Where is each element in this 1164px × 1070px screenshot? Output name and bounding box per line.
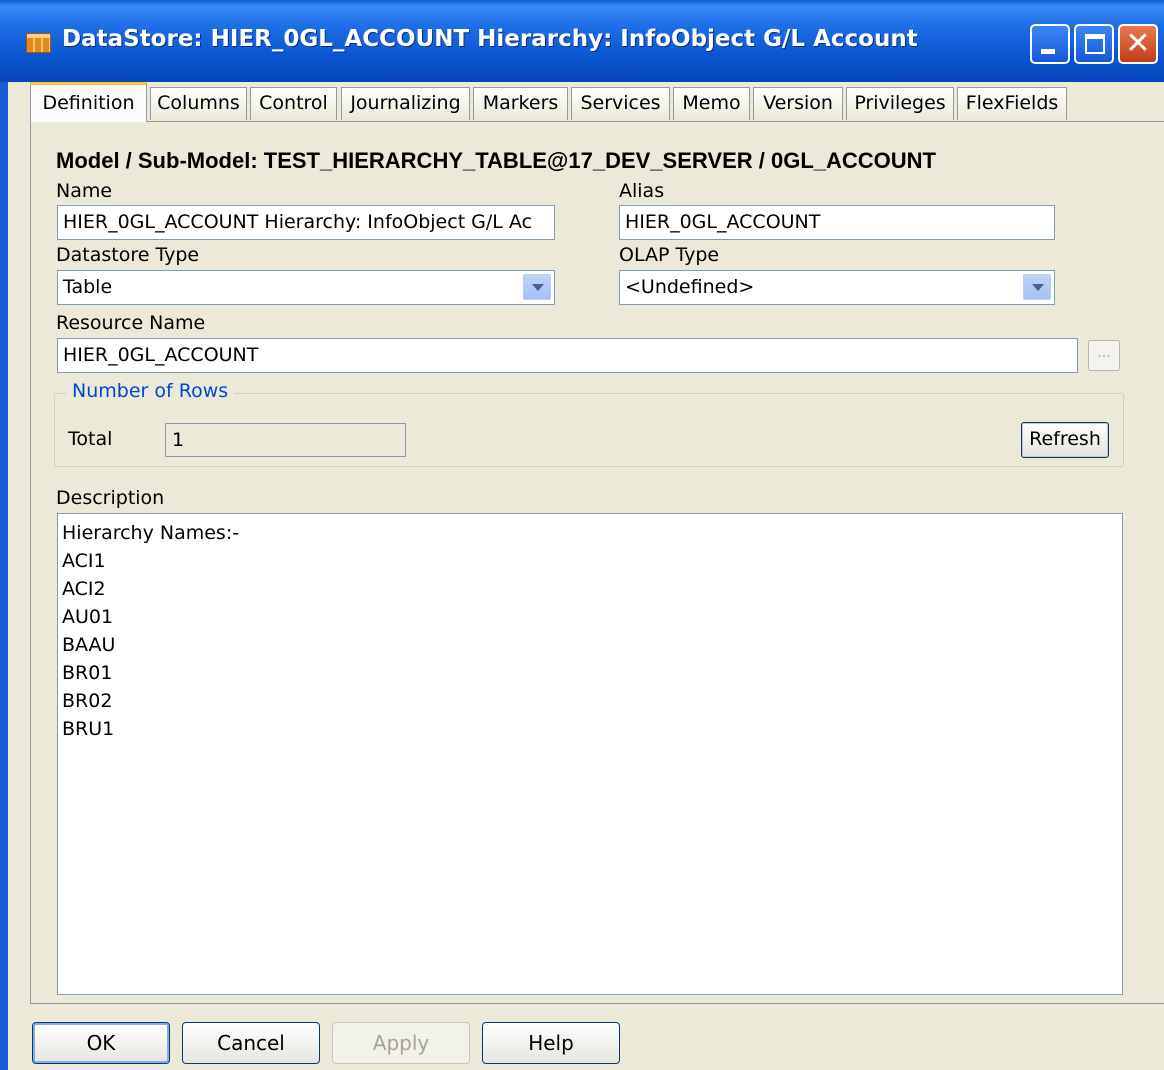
model-heading: Model / Sub-Model: TEST_HIERARCHY_TABLE@… (56, 148, 936, 173)
datastore-type-label: Datastore Type (56, 244, 200, 266)
tab-journalizing[interactable]: Journalizing (341, 87, 470, 120)
tab-control[interactable]: Control (250, 87, 337, 120)
browse-button[interactable]: ... (1088, 340, 1120, 371)
number-of-rows-legend: Number of Rows (66, 380, 235, 402)
tab-definition[interactable]: Definition (30, 82, 147, 122)
olap-type-label: OLAP Type (619, 244, 720, 266)
tab-columns[interactable]: Columns (150, 87, 247, 120)
name-field[interactable]: HIER_0GL_ACCOUNT Hierarchy: InfoObject G… (57, 205, 555, 240)
ok-button[interactable]: OK (32, 1022, 170, 1064)
description-line: ACI2 (62, 578, 106, 600)
resource-name-field[interactable]: HIER_0GL_ACCOUNT (57, 338, 1078, 373)
tab-services[interactable]: Services (571, 87, 670, 120)
description-label: Description (56, 487, 165, 509)
chevron-down-icon[interactable] (1023, 274, 1051, 300)
apply-button[interactable]: Apply (332, 1022, 470, 1064)
datastore-type-select[interactable]: Table (57, 270, 555, 305)
maximize-button[interactable] (1074, 24, 1114, 64)
total-label: Total (68, 428, 113, 450)
chevron-down-icon[interactable] (523, 274, 551, 300)
close-icon: ✕ (1125, 26, 1151, 61)
alias-field[interactable]: HIER_0GL_ACCOUNT (619, 205, 1055, 240)
olap-type-value: <Undefined> (625, 276, 755, 298)
refresh-button[interactable]: Refresh (1021, 422, 1109, 458)
description-line: ACI1 (62, 550, 106, 572)
tab-flexfields[interactable]: FlexFields (957, 87, 1067, 120)
tab-memo[interactable]: Memo (673, 87, 750, 120)
datastore-dialog: DataStore: HIER_0GL_ACCOUNT Hierarchy: I… (0, 0, 1164, 1070)
description-line: BR01 (62, 662, 113, 684)
alias-label: Alias (619, 180, 665, 202)
tab-privileges[interactable]: Privileges (846, 87, 954, 120)
description-line: BRU1 (62, 718, 115, 740)
window-frame (0, 82, 8, 1070)
close-button[interactable]: ✕ (1118, 24, 1158, 64)
window-title: DataStore: HIER_0GL_ACCOUNT Hierarchy: I… (62, 26, 918, 52)
olap-type-select[interactable]: <Undefined> (619, 270, 1055, 305)
name-label: Name (56, 180, 113, 202)
description-line: AU01 (62, 606, 114, 628)
minimize-button[interactable] (1030, 24, 1070, 64)
description-line: Hierarchy Names:- (62, 522, 240, 544)
datastore-icon (26, 33, 51, 53)
title-bar[interactable]: DataStore: HIER_0GL_ACCOUNT Hierarchy: I… (0, 0, 1164, 82)
total-field: 1 (165, 423, 406, 457)
cancel-button[interactable]: Cancel (182, 1022, 320, 1064)
tab-markers[interactable]: Markers (473, 87, 568, 120)
help-button[interactable]: Help (482, 1022, 620, 1064)
resource-name-label: Resource Name (56, 312, 206, 334)
minimize-icon (1041, 49, 1055, 54)
description-line: BR02 (62, 690, 113, 712)
maximize-icon (1085, 34, 1105, 54)
tab-version[interactable]: Version (753, 87, 843, 120)
description-textarea[interactable]: Hierarchy Names:- ACI1 ACI2 AU01 BAAU BR… (57, 513, 1123, 995)
description-line: BAAU (62, 634, 116, 656)
datastore-type-value: Table (63, 276, 113, 298)
